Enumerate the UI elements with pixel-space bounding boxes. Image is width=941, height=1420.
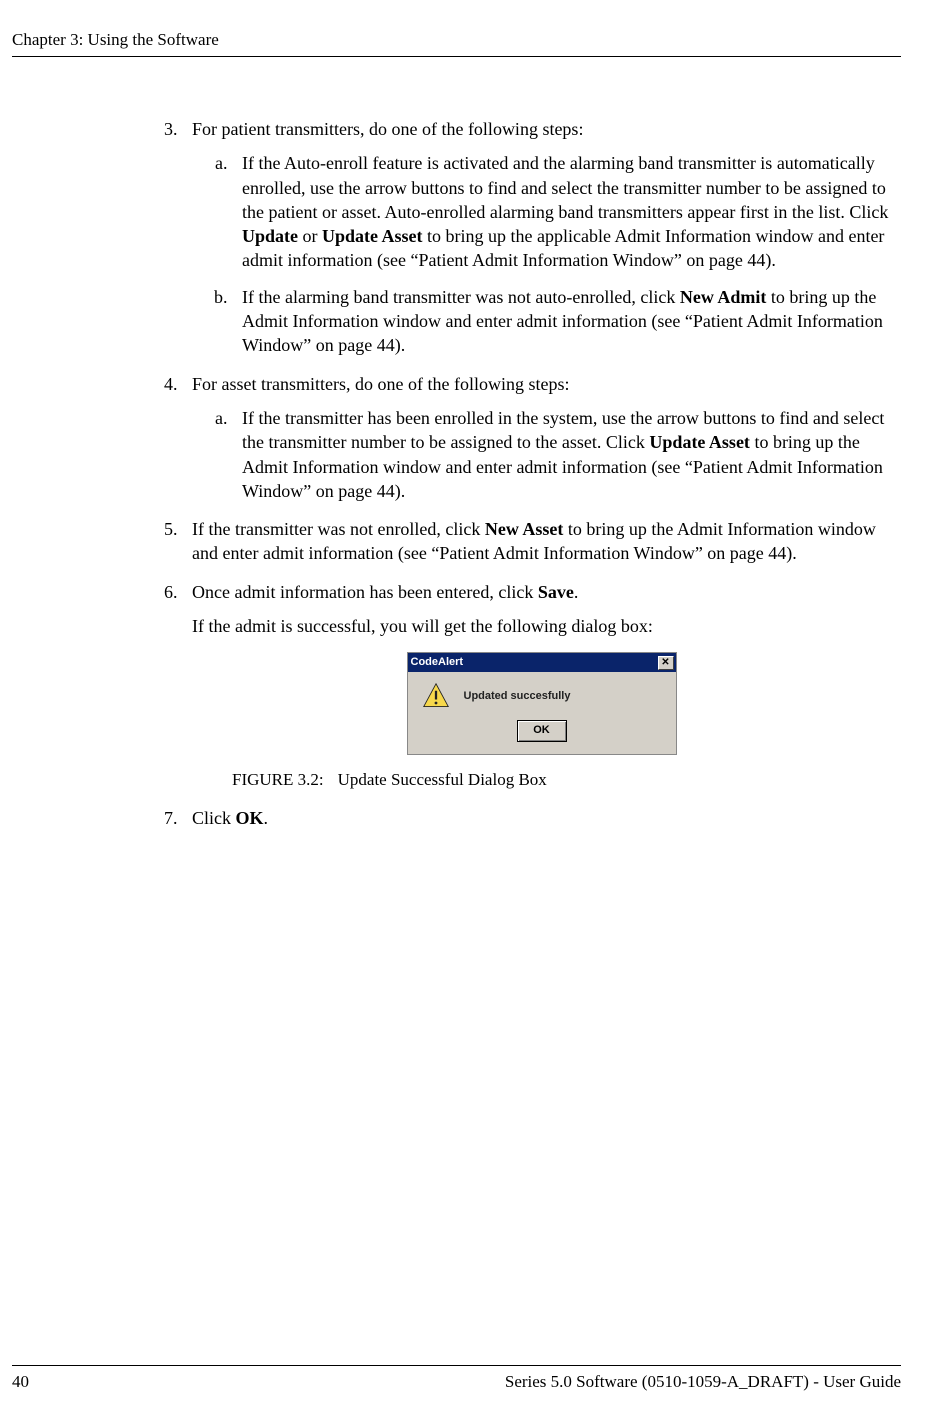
- step-3: For patient transmitters, do one of the …: [182, 117, 891, 358]
- step-7: Click OK.: [182, 806, 891, 830]
- step-5: If the transmitter was not enrolled, cli…: [182, 517, 891, 566]
- dialog-figure: CodeAlert ✕: [192, 652, 891, 755]
- step-4: For asset transmitters, do one of the fo…: [182, 372, 891, 503]
- step-3b: If the alarming band transmitter was not…: [232, 285, 891, 358]
- figure-caption: FIGURE 3.2: Update Successful Dialog Box: [232, 769, 891, 792]
- step-6-follow: If the admit is successful, you will get…: [192, 614, 891, 638]
- bold-new-admit: New Admit: [680, 287, 767, 307]
- body-content: For patient transmitters, do one of the …: [142, 117, 891, 831]
- bold-update-asset: Update Asset: [322, 226, 423, 246]
- step-3a: If the Auto-enroll feature is activated …: [232, 151, 891, 272]
- page-number: 40: [12, 1372, 29, 1392]
- bold-update: Update: [242, 226, 298, 246]
- ok-button[interactable]: OK: [517, 720, 567, 742]
- bold-new-asset: New Asset: [485, 519, 564, 539]
- bold-save: Save: [538, 582, 574, 602]
- dialog-title: CodeAlert: [411, 655, 464, 670]
- footer-rule: [12, 1365, 901, 1366]
- dialog-box: CodeAlert ✕: [407, 652, 677, 755]
- page-footer: 40 Series 5.0 Software (0510-1059-A_DRAF…: [12, 1365, 901, 1392]
- step-4a: If the transmitter has been enrolled in …: [232, 406, 891, 503]
- warning-icon: [422, 682, 450, 710]
- step-4-text: For asset transmitters, do one of the fo…: [192, 374, 569, 394]
- dialog-message: Updated succesfully: [464, 689, 571, 704]
- close-icon[interactable]: ✕: [658, 656, 674, 670]
- step-6: Once admit information has been entered,…: [182, 580, 891, 793]
- header-rule: [12, 56, 901, 57]
- footer-guide: Series 5.0 Software (0510-1059-A_DRAFT) …: [505, 1372, 901, 1392]
- dialog-titlebar: CodeAlert ✕: [408, 653, 676, 672]
- figure-label: FIGURE 3.2:: [232, 770, 324, 789]
- figure-caption-text: Update Successful Dialog Box: [338, 770, 547, 789]
- bold-ok: OK: [236, 808, 264, 828]
- bold-update-asset-2: Update Asset: [649, 432, 750, 452]
- step-3-text: For patient transmitters, do one of the …: [192, 119, 583, 139]
- chapter-header: Chapter 3: Using the Software: [12, 30, 901, 50]
